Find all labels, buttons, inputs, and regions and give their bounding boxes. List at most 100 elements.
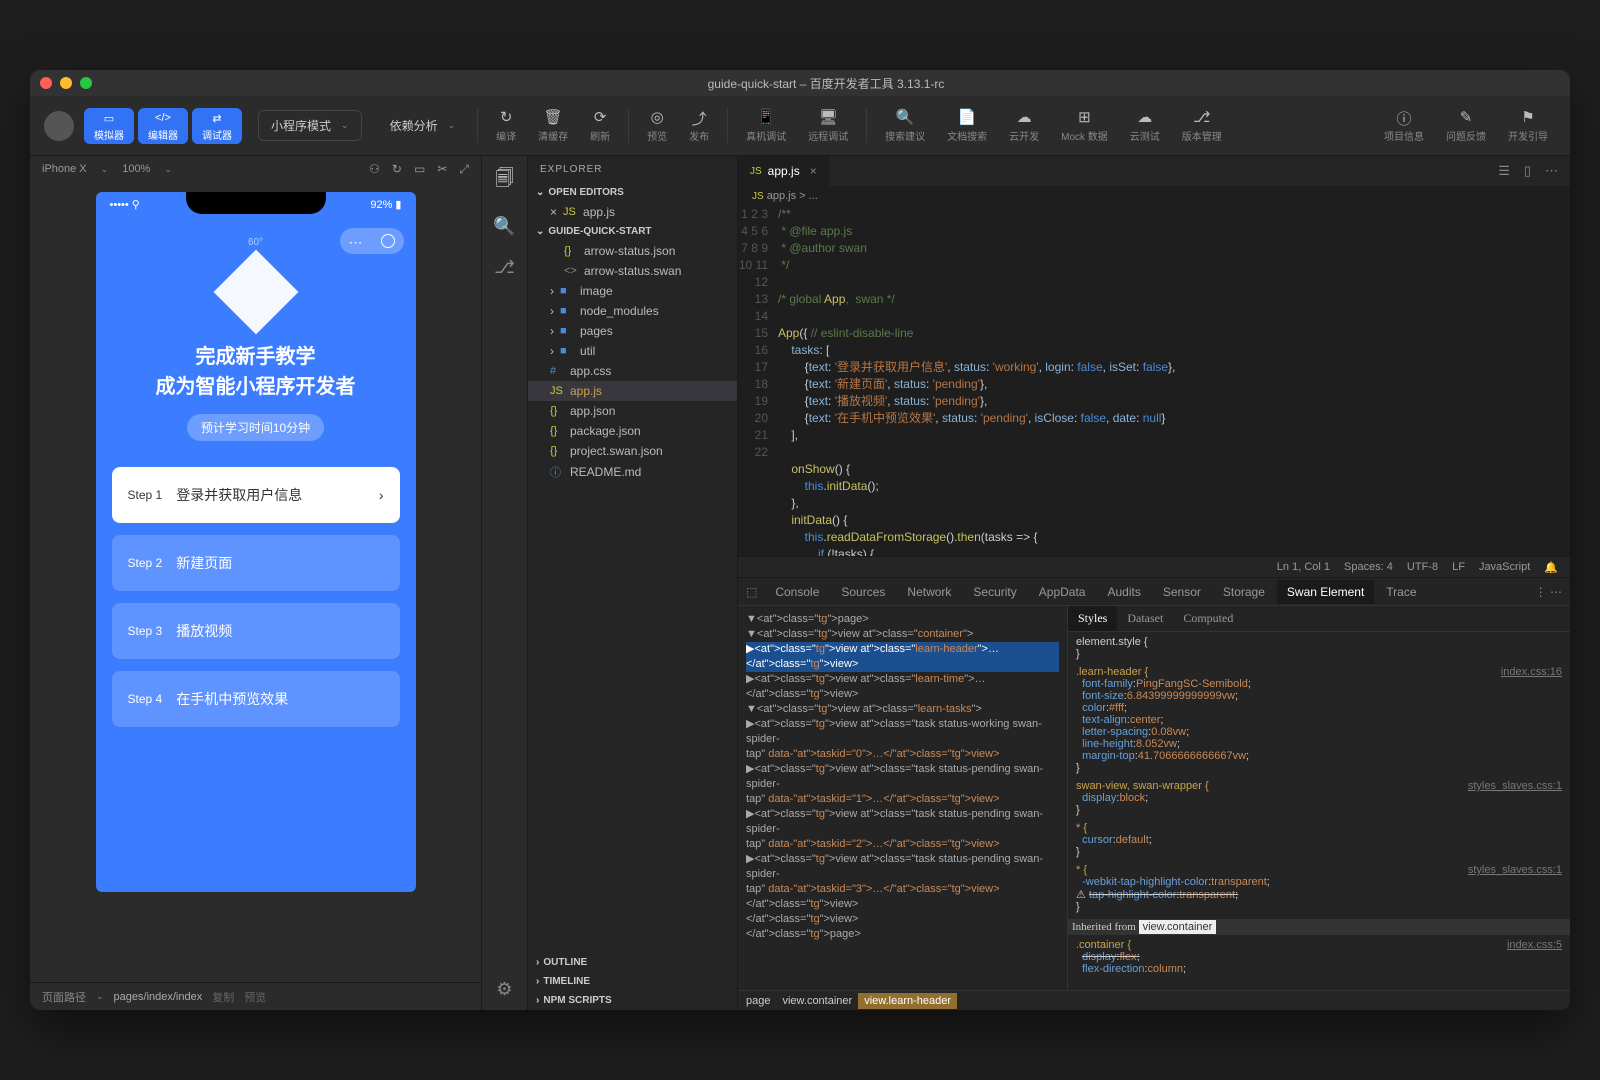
program-mode-select[interactable]: 小程序模式⌄ [258,110,362,141]
tab-network[interactable]: Network [897,580,961,604]
copy-path[interactable]: 复制 [212,989,234,1005]
explorer-icon[interactable]: 🗐 [496,166,514,196]
more-icon[interactable]: ⋯ [1545,163,1558,179]
folder-image[interactable]: ›■image [528,281,737,301]
breadcrumb[interactable]: JS app.js > ... [738,186,1570,206]
simulator-toggle[interactable]: ▭模拟器 [84,108,134,144]
eol[interactable]: LF [1452,561,1465,573]
open-editors-section[interactable]: ⌄OPEN EDITORS [528,183,737,202]
npm-section[interactable]: ›NPM SCRIPTS [528,991,737,1010]
cursor-pos[interactable]: Ln 1, Col 1 [1277,561,1330,573]
debugger-toggle[interactable]: ⇄调试器 [192,108,242,144]
file-readme[interactable]: ⓘREADME.md [528,461,737,483]
user-avatar[interactable] [44,111,74,141]
remote-debug-button[interactable]: 🖥远程调试 [800,104,856,147]
step-4[interactable]: Step 4在手机中预览效果 [112,671,400,727]
editor-toggle[interactable]: </>编辑器 [138,108,188,144]
split-icon[interactable]: ☰ [1498,163,1510,179]
project-section[interactable]: ⌄GUIDE-QUICK-START [528,222,737,241]
editor-tab-appjs[interactable]: JSapp.js× [738,156,830,186]
explorer-panel: EXPLORER ⌄OPEN EDITORS ×JSapp.js ⌄GUIDE-… [528,156,738,1010]
tab-storage[interactable]: Storage [1213,580,1275,604]
compile-button[interactable]: ↻编译 [488,104,524,147]
device-select[interactable]: iPhone X [42,163,87,175]
devtools-more-icon[interactable]: ⋮ ⋯ [1535,585,1562,599]
user-icon[interactable]: ⚇ [369,162,380,177]
inspect-icon[interactable]: ⬚ [746,585,757,599]
spaces[interactable]: Spaces: 4 [1344,561,1393,573]
phone-preview[interactable]: ••••• ⚲16:5792% ▮ 60° 完成新手教学成为智能小程序开发者 预… [96,192,416,892]
file-appjs[interactable]: JSapp.js [528,381,737,401]
dataset-tab[interactable]: Dataset [1117,606,1173,631]
tab-swan[interactable]: Swan Element [1277,580,1374,604]
bell-icon[interactable]: 🔔 [1544,561,1558,574]
tab-appdata[interactable]: AppData [1029,580,1096,604]
computed-tab[interactable]: Computed [1173,606,1243,631]
file-arrow-json[interactable]: {}arrow-status.json [528,241,737,261]
file-projswan[interactable]: {}project.swan.json [528,441,737,461]
square-icon[interactable]: ▭ [414,162,425,177]
step-2[interactable]: Step 2新建页面 [112,535,400,591]
preview-button[interactable]: ◎预览 [639,104,675,147]
layout-icon[interactable]: ▯ [1524,163,1531,179]
minimize-window[interactable] [60,77,72,89]
search-icon[interactable]: 🔍 [493,216,515,237]
tab-sources[interactable]: Sources [831,580,895,604]
tab-trace[interactable]: Trace [1376,580,1426,604]
project-info-button[interactable]: ⓘ项目信息 [1376,104,1432,147]
tab-console[interactable]: Console [765,580,829,604]
activity-bar: 🗐 🔍 ⎇ ⚙ [482,156,528,1010]
code-content[interactable]: /** * @file app.js * @author swan */ /* … [778,206,1570,556]
bc-header[interactable]: view.learn-header [858,993,957,1009]
cut-icon[interactable]: ✂ [437,162,447,177]
status-bar: Ln 1, Col 1 Spaces: 4 UTF-8 LF JavaScrip… [738,556,1570,578]
outline-section[interactable]: ›OUTLINE [528,953,737,972]
cloud-test-button[interactable]: ☁云测试 [1122,104,1168,147]
zoom-select[interactable]: 100% [122,163,150,175]
git-icon[interactable]: ⎇ [494,257,515,278]
file-arrow-swan[interactable]: <>arrow-status.swan [528,261,737,281]
real-debug-button[interactable]: 📱真机调试 [738,104,794,147]
file-pkg[interactable]: {}package.json [528,421,737,441]
dom-tree[interactable]: ▼<at">class="tg">page> ▼<at">class="tg">… [738,606,1068,990]
styles-tab[interactable]: Styles [1068,606,1117,631]
style-rules[interactable]: element.style {}index.css:16.learn-heade… [1068,632,1570,990]
tab-security[interactable]: Security [963,580,1026,604]
folder-pages[interactable]: ›■pages [528,321,737,341]
feedback-button[interactable]: ✎问题反馈 [1438,104,1494,147]
folder-nodemod[interactable]: ›■node_modules [528,301,737,321]
bc-container[interactable]: view.container [776,993,858,1009]
clear-cache-button[interactable]: 🗑清缓存 [530,104,576,147]
cloud-dev-button[interactable]: ☁云开发 [1001,104,1047,147]
close-window[interactable] [40,77,52,89]
mock-data-button[interactable]: ⊞Mock 数据 [1053,104,1116,147]
folder-util[interactable]: ›■util [528,341,737,361]
open-editor-appjs[interactable]: ×JSapp.js [528,202,737,222]
version-button[interactable]: ⎇版本管理 [1174,104,1230,147]
tab-audits[interactable]: Audits [1097,580,1150,604]
popout-icon[interactable]: ⤢ [459,162,469,177]
refresh-button[interactable]: ⟳刷新 [582,104,618,147]
tab-sensor[interactable]: Sensor [1153,580,1211,604]
close-tab-icon[interactable]: × [810,164,817,178]
maximize-window[interactable] [80,77,92,89]
publish-button[interactable]: ⤴发布 [681,104,717,147]
bc-page[interactable]: page [740,993,776,1009]
encoding[interactable]: UTF-8 [1407,561,1438,573]
code-editor: JSapp.js× ☰ ▯ ⋯ JS app.js > ... 1 2 3 4 … [738,156,1570,556]
deps-analysis-select[interactable]: 依赖分析⌄ [378,111,468,140]
preview-path[interactable]: 预览 [244,989,266,1005]
rotate-icon[interactable]: ↻ [392,162,402,177]
simulator-panel: iPhone X⌄ 100%⌄ ⚇ ↻ ▭ ✂ ⤢ ••••• ⚲16:5792… [30,156,482,1010]
phone-notch [186,192,326,214]
timeline-section[interactable]: ›TIMELINE [528,972,737,991]
file-appjson[interactable]: {}app.json [528,401,737,421]
search-sugg-button[interactable]: 🔍搜索建议 [877,104,933,147]
file-appcss[interactable]: #app.css [528,361,737,381]
lang-mode[interactable]: JavaScript [1479,561,1530,573]
settings-icon[interactable]: ⚙ [496,979,512,1000]
dev-guide-button[interactable]: ⚑开发引导 [1500,104,1556,147]
step-3[interactable]: Step 3播放视频 [112,603,400,659]
doc-search-button[interactable]: 📄文档搜索 [939,104,995,147]
step-1[interactable]: Step 1登录并获取用户信息› [112,467,400,523]
